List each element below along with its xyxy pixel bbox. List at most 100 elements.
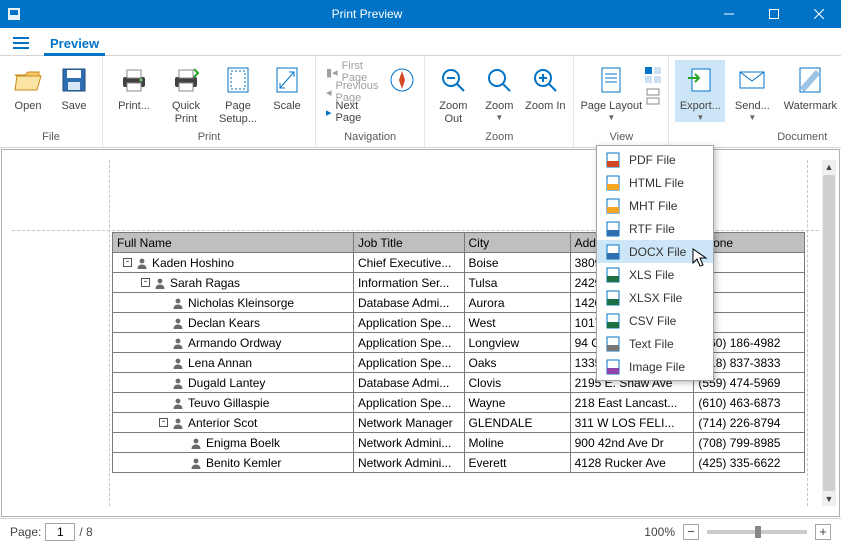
- cell: (425) 335-6622: [694, 453, 805, 473]
- page-label: Page:: [10, 525, 41, 539]
- cell: Oaks: [464, 353, 570, 373]
- export-option-html[interactable]: HTML File: [597, 171, 713, 194]
- person-icon: [172, 397, 184, 409]
- export-option-label: MHT File: [629, 199, 677, 213]
- xlsx-file-icon: [605, 290, 621, 306]
- thumbnails-icon[interactable]: [644, 66, 662, 84]
- export-option-csv[interactable]: CSV File: [597, 309, 713, 332]
- table-row: Teuvo GillaspieApplication Spe...Wayne21…: [113, 393, 805, 413]
- zoom-out-status-button[interactable]: −: [683, 524, 699, 540]
- export-option-label: XLSX File: [629, 291, 682, 305]
- status-bar: Page: / 8 100% − +: [0, 518, 841, 544]
- ribbon-group-print: Print... Quick Print Page Setup... Scale…: [103, 56, 316, 147]
- print-button[interactable]: Print...: [109, 60, 159, 113]
- chevron-down-icon: ▼: [696, 113, 704, 122]
- cell-full-name: Nicholas Kleinsorge: [188, 296, 294, 310]
- cell: Aurora: [464, 293, 570, 313]
- title-bar: Print Preview: [0, 0, 841, 28]
- chevron-down-icon: ▼: [607, 113, 615, 122]
- scale-icon: [271, 64, 303, 96]
- person-icon: [172, 417, 184, 429]
- quick-print-button[interactable]: Quick Print: [161, 60, 211, 125]
- page-setup-button[interactable]: Page Setup...: [213, 60, 263, 125]
- cell-full-name: Lena Annan: [188, 356, 252, 370]
- export-option-label: Image File: [629, 360, 685, 374]
- first-page-icon: ▮◂: [326, 66, 338, 79]
- html-file-icon: [605, 175, 621, 191]
- csv-file-icon: [605, 313, 621, 329]
- cell: 4128 Rucker Ave: [570, 453, 694, 473]
- zoom-in-button[interactable]: Zoom In: [523, 60, 567, 113]
- maximize-button[interactable]: [751, 0, 796, 28]
- export-option-img[interactable]: Image File: [597, 355, 713, 378]
- ribbon-group-view: Page Layout▼ View: [574, 56, 669, 147]
- open-button[interactable]: Open: [6, 60, 50, 113]
- export-option-xlsx[interactable]: XLSX File: [597, 286, 713, 309]
- cell-full-name: Sarah Ragas: [170, 276, 240, 290]
- first-page-button[interactable]: ▮◂First Page: [322, 62, 384, 82]
- scroll-thumb[interactable]: [823, 175, 835, 491]
- person-icon: [154, 277, 166, 289]
- cell: Moline: [464, 433, 570, 453]
- chevron-down-icon: ▼: [748, 113, 756, 122]
- cell: Network Admini...: [353, 433, 464, 453]
- navigation-pane-button[interactable]: [386, 60, 418, 100]
- close-button[interactable]: [796, 0, 841, 28]
- zoom-in-status-button[interactable]: +: [815, 524, 831, 540]
- cell: (610) 463-6873: [694, 393, 805, 413]
- save-button[interactable]: Save: [52, 60, 96, 113]
- tree-expander[interactable]: -: [159, 418, 168, 427]
- vertical-scrollbar[interactable]: ▲ ▼: [822, 160, 836, 506]
- cell: Application Spe...: [353, 393, 464, 413]
- tree-expander[interactable]: -: [123, 258, 132, 267]
- next-page-button[interactable]: ▸Next Page: [322, 102, 384, 122]
- export-option-label: RTF File: [629, 222, 675, 236]
- export-option-mht[interactable]: MHT File: [597, 194, 713, 217]
- zoom-out-button[interactable]: Zoom Out: [431, 60, 475, 125]
- cell: Clovis: [464, 373, 570, 393]
- export-icon: [684, 64, 716, 96]
- zoom-slider-thumb[interactable]: [755, 526, 761, 538]
- group-label-nav: Navigation: [316, 131, 424, 147]
- previous-page-button[interactable]: ◂Previous Page: [322, 82, 384, 102]
- export-option-txt[interactable]: Text File: [597, 332, 713, 355]
- export-option-pdf[interactable]: PDF File: [597, 148, 713, 171]
- scale-button[interactable]: Scale: [265, 60, 309, 113]
- export-option-rtf[interactable]: RTF File: [597, 217, 713, 240]
- export-option-label: Text File: [629, 337, 674, 351]
- export-button[interactable]: Export...▼: [675, 60, 725, 122]
- tab-preview[interactable]: Preview: [36, 32, 113, 55]
- scroll-down-icon[interactable]: ▼: [822, 492, 836, 506]
- open-label: Open: [15, 100, 42, 113]
- send-button[interactable]: Send...▼: [727, 60, 777, 122]
- ribbon-group-file: Open Save File: [0, 56, 103, 147]
- group-label-file: File: [0, 131, 102, 147]
- cell: West: [464, 313, 570, 333]
- column-header: Job Title: [353, 233, 464, 253]
- scroll-up-icon[interactable]: ▲: [822, 160, 836, 174]
- page-layout-button[interactable]: Page Layout▼: [580, 60, 642, 122]
- zoom-button[interactable]: Zoom▼: [477, 60, 521, 122]
- pdf-file-icon: [605, 152, 621, 168]
- watermark-icon: [794, 64, 826, 96]
- export-option-label: XLS File: [629, 268, 674, 282]
- cell: Application Spe...: [353, 333, 464, 353]
- page-setup-icon: [222, 64, 254, 96]
- minimize-button[interactable]: [706, 0, 751, 28]
- cell-full-name: Declan Kears: [188, 316, 260, 330]
- cell: GLENDALE: [464, 413, 570, 433]
- app-menu-button[interactable]: [6, 31, 36, 55]
- cell-full-name: Kaden Hoshino: [152, 256, 234, 270]
- cell: Longview: [464, 333, 570, 353]
- zoom-level: 100%: [644, 525, 675, 539]
- cell: Application Spe...: [353, 313, 464, 333]
- zoom-out-icon: [437, 64, 469, 96]
- page-number-input[interactable]: [45, 523, 75, 541]
- tree-expander[interactable]: -: [141, 278, 150, 287]
- zoom-slider[interactable]: [707, 530, 807, 534]
- continuous-icon[interactable]: [644, 88, 662, 106]
- margin-guide: [807, 160, 808, 506]
- cell-full-name: Armando Ordway: [188, 336, 281, 350]
- mouse-cursor-icon: [692, 248, 708, 268]
- watermark-button[interactable]: Watermark: [779, 60, 841, 113]
